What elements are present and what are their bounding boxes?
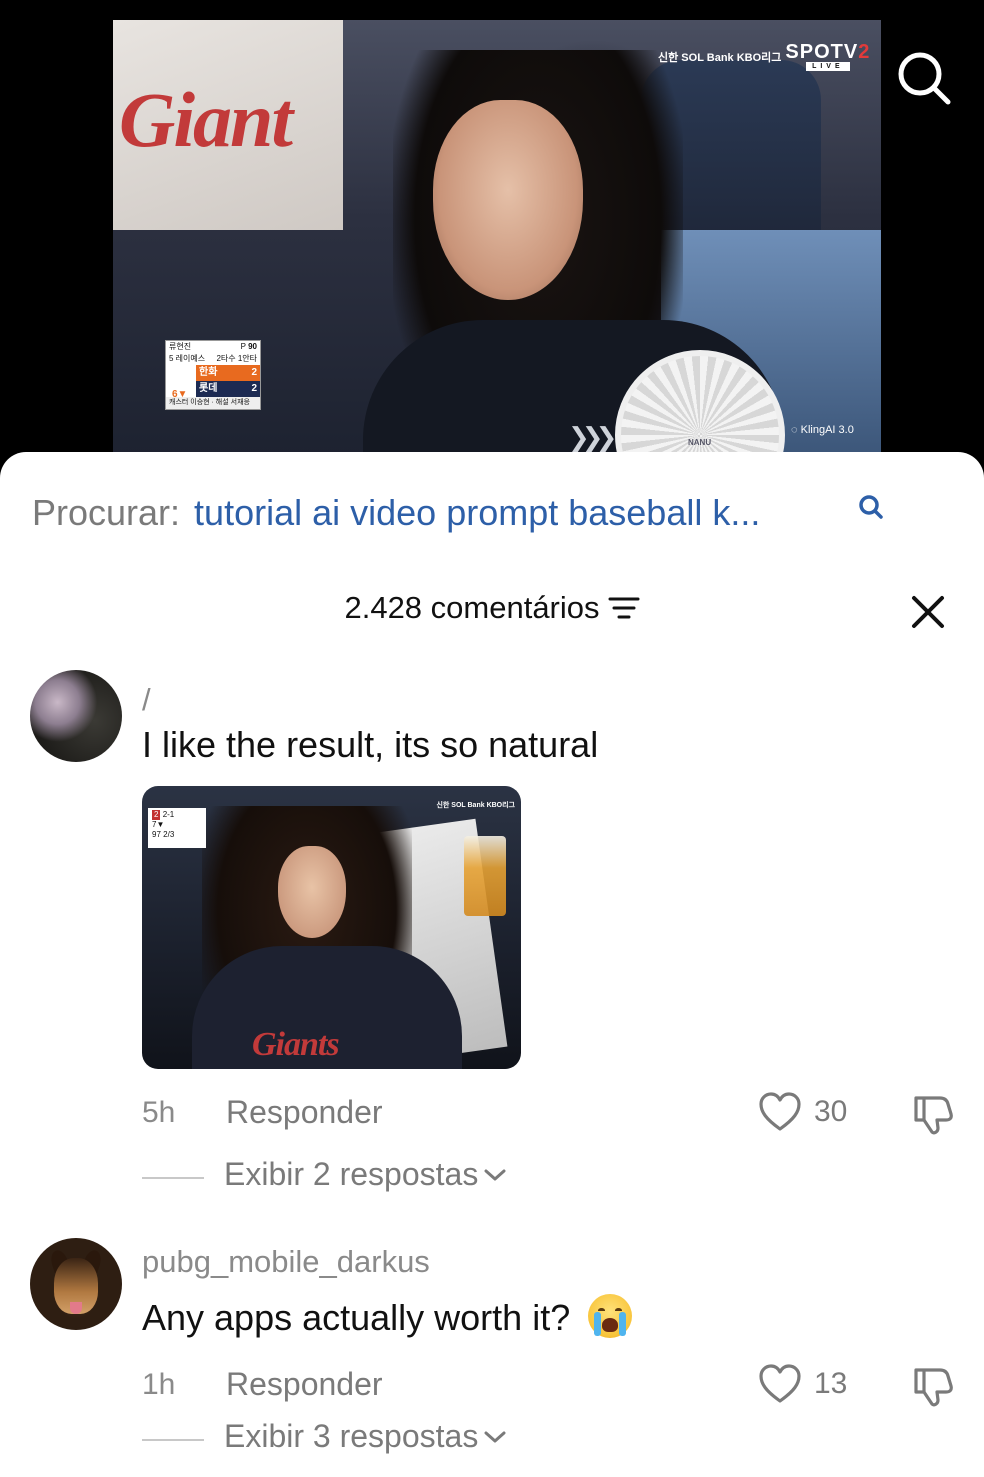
view-replies-label: Exibir 3 respostas xyxy=(224,1418,479,1454)
image-score-flag: 2 xyxy=(152,810,161,820)
comment-time: 5h xyxy=(142,1096,176,1129)
image-jersey-text: Giants xyxy=(252,1026,340,1063)
video-frame: Giant ❯❯❯ NANU 신한 SOL Bank KBO리그 SPOTV2 … xyxy=(113,20,881,460)
search-suggestion-icon[interactable] xyxy=(856,492,886,522)
inning: 6▼ xyxy=(172,389,188,400)
filter-icon[interactable] xyxy=(608,595,640,621)
view-replies-row: Exibir 3 respostas xyxy=(0,1418,984,1462)
dislike-icon[interactable] xyxy=(910,1364,956,1410)
klingai-watermark: ◌ KlingAI 3.0 xyxy=(791,424,854,436)
crying-face-emoji xyxy=(588,1294,633,1338)
comments-count: 2.428 comentários xyxy=(344,590,600,625)
comment-time: 1h xyxy=(142,1368,176,1401)
comments-header: 2.428 comentários xyxy=(0,590,984,634)
view-replies-button[interactable]: Exibir 2 respostas xyxy=(224,1156,506,1193)
spotv-number: 2 xyxy=(858,41,871,63)
like-count: 13 xyxy=(814,1367,848,1400)
chevron-down-icon xyxy=(484,1169,506,1180)
heart-icon xyxy=(759,1364,801,1403)
klingai-text: KlingAI 3.0 xyxy=(800,424,854,436)
comment-attached-image[interactable]: Giants 2 2-1 7▼ 97 2/3 신한 SOL Bank KBO리그 xyxy=(142,786,521,1069)
fan-brand: NANU xyxy=(688,438,712,447)
team2-name: 롯데 xyxy=(199,383,218,394)
comment-meta: 1h Responder 13 xyxy=(0,1364,984,1408)
batter-stat: 2타수 1안타 xyxy=(216,354,257,363)
image-score: 2-1 xyxy=(162,810,175,819)
search-suggestion-prefix: Procurar: xyxy=(32,492,181,533)
comment-text: Any apps actually worth it? xyxy=(142,1297,571,1338)
image-face xyxy=(278,846,346,938)
scoreboard: 류현진 P 90 5 레이예스 2타수 1안타 한화 2 롯데 2 6▼ 캐스터 이승현… xyxy=(165,340,261,410)
avatar[interactable] xyxy=(30,1238,122,1330)
close-icon xyxy=(912,596,944,628)
comment-item: / I like the result, its so natural Gian… xyxy=(0,668,984,1208)
comment-username[interactable]: pubg_mobile_darkus xyxy=(142,1244,430,1280)
image-bank-logo: 신한 SOL Bank KBO리그 xyxy=(436,802,515,809)
comments-panel: Procurar: tutorial ai video prompt baseb… xyxy=(0,452,984,1477)
view-replies-row: Exibir 2 respostas xyxy=(0,1156,984,1200)
search-suggestion[interactable]: Procurar: tutorial ai video prompt baseb… xyxy=(32,492,760,534)
spotv-text: SPOTV xyxy=(785,41,859,63)
comment-meta: 5h Responder 30 xyxy=(0,1092,984,1136)
klingai-icon: ◌ xyxy=(791,424,798,436)
team2-score: 2 xyxy=(251,383,257,394)
comment-text: I like the result, its so natural xyxy=(142,724,599,765)
reply-button[interactable]: Responder xyxy=(226,1094,383,1131)
view-replies-label: Exibir 2 respostas xyxy=(224,1156,479,1192)
pitch-count: 90 xyxy=(248,342,257,351)
search-icon xyxy=(898,52,951,105)
image-pitch-count: 97 xyxy=(152,830,161,839)
logo-chevrons: ❯❯❯ xyxy=(568,422,617,452)
kbo-bank-logo: 신한 SOL Bank KBO리그 xyxy=(658,51,782,64)
image-scoreboard: 2 2-1 7▼ 97 2/3 xyxy=(148,808,206,848)
comment-item: pubg_mobile_darkus Any apps actually wor… xyxy=(0,1238,984,1477)
search-suggestion-query[interactable]: tutorial ai video prompt baseball k... xyxy=(194,492,760,534)
live-label: LIVE xyxy=(806,62,850,71)
like-button[interactable]: 13 xyxy=(758,1364,847,1404)
dog-tongue xyxy=(70,1302,82,1314)
image-beer-cup xyxy=(464,836,506,916)
team1-name: 한화 xyxy=(199,367,218,378)
like-button[interactable]: 30 xyxy=(758,1092,847,1132)
view-replies-button[interactable]: Exibir 3 respostas xyxy=(224,1418,506,1455)
image-inning: 7▼ xyxy=(152,820,165,829)
heart-icon xyxy=(759,1092,801,1131)
broadcast-logos: 신한 SOL Bank KBO리그 SPOTV2 LIVE xyxy=(658,42,870,71)
reply-button[interactable]: Responder xyxy=(226,1366,383,1403)
spotv-logo: SPOTV2 LIVE xyxy=(785,42,870,71)
chevron-down-icon xyxy=(484,1431,506,1442)
replies-divider xyxy=(142,1439,204,1441)
team1-score: 2 xyxy=(251,367,257,378)
fan-shirt: Giant xyxy=(113,20,343,230)
comment-text-row: Any apps actually worth it? xyxy=(142,1294,633,1339)
search-button[interactable] xyxy=(894,48,954,108)
pitcher-name: 류현진 xyxy=(169,342,192,351)
like-count: 30 xyxy=(814,1095,848,1128)
image-pitch-sub: 2/3 xyxy=(163,830,175,839)
dislike-icon[interactable] xyxy=(910,1092,956,1138)
comment-username[interactable]: / xyxy=(142,682,151,718)
replies-divider xyxy=(142,1177,204,1179)
pitch-label: P xyxy=(240,342,246,351)
batter-name: 5 레이예스 xyxy=(169,354,206,363)
video-player[interactable]: Giant ❯❯❯ NANU 신한 SOL Bank KBO리그 SPOTV2 … xyxy=(0,0,984,470)
woman-face xyxy=(433,100,583,300)
shirt-text: Giant xyxy=(119,76,293,163)
close-button[interactable] xyxy=(908,592,948,632)
avatar[interactable] xyxy=(30,670,122,762)
